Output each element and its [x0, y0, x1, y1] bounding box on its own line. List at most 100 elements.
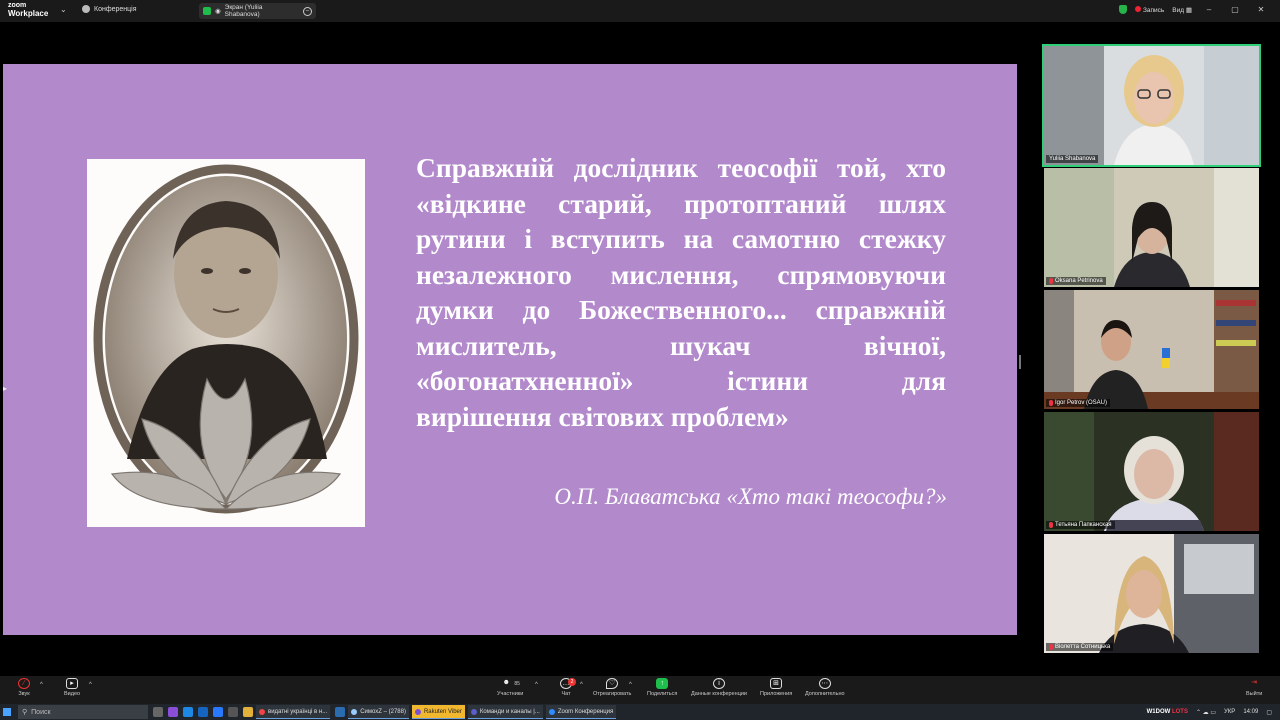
app-icon[interactable] — [228, 707, 238, 717]
quote-line: «богонатхненної» істини для — [416, 365, 946, 396]
tray-brand-b: LOTS — [1171, 709, 1188, 715]
windows-logo-icon — [3, 708, 11, 716]
participant-tile[interactable]: Oksana Petrinova — [1044, 168, 1259, 287]
maximize-button[interactable]: ▢ — [1226, 5, 1244, 14]
participants-label: Участники — [497, 691, 524, 697]
taskbar-app-2[interactable]: СимохZ – (2788) — [348, 705, 409, 719]
share-label: Поделиться — [647, 691, 678, 697]
security-shield-icon[interactable] — [1118, 5, 1127, 14]
zoom-icon — [548, 708, 555, 715]
folder-icon[interactable] — [243, 707, 253, 717]
chat-options-caret-icon[interactable]: ^ — [580, 682, 583, 688]
participant-name-label: Yuliia Shabanova — [1046, 155, 1099, 163]
participants-options-caret-icon[interactable]: ^ — [535, 682, 538, 688]
minimize-button[interactable]: – — [1200, 5, 1218, 14]
participant-name: Igor Petrov (OSAU) — [1055, 400, 1108, 406]
participant-video — [1044, 290, 1259, 409]
collapse-arrow-icon[interactable]: ▸ — [3, 384, 7, 393]
taskbar-app-zoom[interactable]: Zoom Конференция — [545, 705, 617, 719]
screen-share-indicator[interactable]: ◉ Экран (Yuliia Shabanova) – — [199, 3, 316, 19]
video-camera-icon: ▸ — [66, 678, 79, 689]
participant-tile[interactable]: Yuliia Shabanova — [1042, 44, 1261, 167]
share-screen-icon — [203, 7, 211, 15]
mail-icon[interactable] — [335, 707, 346, 717]
title-bar: zoom Workplace ⌄ Конференція ◉ Экран (Yu… — [0, 0, 1280, 22]
muted-mic-icon: ⁄ — [18, 678, 30, 689]
audio-button[interactable]: ⁄ Звук — [18, 678, 30, 697]
react-options-caret-icon[interactable]: ^ — [629, 682, 632, 688]
participants-icon-row: ☻ 85 — [500, 678, 520, 691]
top-right-controls: Запись Вид ▦ – ▢ ✕ — [1118, 5, 1280, 14]
task-view-icon[interactable] — [153, 707, 163, 717]
taskbar-app-viber[interactable]: Rakuten Viber — [411, 705, 465, 719]
start-button[interactable] — [0, 704, 14, 720]
task-label: видатні українці в н... — [268, 708, 328, 715]
share-label: Экран (Yuliia Shabanova) — [224, 4, 263, 18]
react-label: Отреагировать — [593, 691, 632, 697]
taskbar-app-teams[interactable]: Команди и каналы |... — [467, 705, 543, 719]
teams-icon — [470, 708, 477, 715]
participant-video — [1044, 412, 1259, 531]
apps-grid-icon: ⊞ — [770, 678, 783, 689]
quote-line: вирішення світових проблем» — [416, 400, 789, 432]
conference-menu-button[interactable]: Конференція — [82, 5, 137, 13]
eye-icon: ◉ — [214, 8, 221, 15]
participant-tile[interactable]: Тетьяна Папканская — [1044, 412, 1259, 531]
more-button[interactable]: ⋯ Дополнительно — [805, 678, 845, 697]
shared-screen-slide: Справжній дослідник теософії той, хто «в… — [3, 64, 1017, 635]
share-screen-button[interactable]: ↑ Поделиться — [647, 678, 677, 697]
viber-icon — [414, 708, 421, 715]
taskbar-search[interactable]: ⚲ Поиск — [18, 705, 148, 719]
leave-button[interactable]: ⇥ Выйти — [1246, 678, 1262, 697]
stop-share-icon[interactable]: – — [303, 6, 312, 16]
participant-video — [1044, 168, 1259, 287]
portrait-image — [87, 159, 365, 527]
recording-indicator[interactable]: Запись — [1134, 5, 1165, 14]
participant-name-label: Тетьяна Папканская — [1046, 521, 1115, 529]
search-placeholder: Поиск — [31, 708, 51, 716]
close-button[interactable]: ✕ — [1252, 5, 1270, 14]
info-icon: i — [713, 678, 725, 689]
video-options-caret-icon[interactable]: ^ — [89, 682, 92, 688]
recording-label: Запись — [1142, 6, 1165, 14]
vscode-icon[interactable] — [213, 707, 223, 717]
leave-icon: ⇥ — [1251, 679, 1258, 686]
chat-unread-badge: 2 — [568, 678, 576, 686]
task-label: Zoom Конференция — [557, 708, 614, 715]
tray-icons[interactable]: ⌃ ☁ ▭ — [1196, 709, 1216, 716]
browser-icon[interactable] — [183, 707, 193, 717]
logo-line2: Workplace — [8, 9, 49, 18]
muted-mic-icon — [1049, 400, 1053, 406]
react-button[interactable]: ♡ Отреагировать — [593, 678, 631, 697]
participant-video — [1044, 46, 1259, 165]
notifications-icon[interactable]: ▢ — [1266, 709, 1272, 716]
participant-tile[interactable]: Віолетта Сотницька — [1044, 534, 1259, 653]
gallery-splitter-handle[interactable] — [1019, 355, 1021, 369]
share-screen-arrow-icon: ↑ — [656, 678, 669, 689]
tray-brand-a: W1DOW — [1146, 709, 1171, 715]
system-tray: W1DOW LOTS ⌃ ☁ ▭ УКР 14:09 ▢ — [1147, 709, 1280, 716]
video-button[interactable]: ▸ Видео — [64, 678, 80, 697]
meeting-info-button[interactable]: i Данные конференции — [691, 678, 747, 697]
os-taskbar: ⚲ Поиск видатні українці в н... СимохZ –… — [0, 704, 1280, 720]
apps-button[interactable]: ⊞ Приложения — [760, 678, 792, 697]
quote-line: рутини і вступить на самотню стежку — [416, 223, 946, 254]
tray-brand[interactable]: W1DOW LOTS — [1147, 709, 1188, 715]
view-button[interactable]: Вид ▦ — [1172, 6, 1192, 14]
more-label: Дополнительно — [805, 691, 845, 697]
audio-options-caret-icon[interactable]: ^ — [40, 682, 43, 688]
apps-label: Приложения — [760, 691, 793, 697]
chevron-down-icon[interactable]: ⌄ — [60, 5, 67, 14]
task-label: СимохZ – (2788) — [360, 708, 406, 715]
task-label: Rakuten Viber — [423, 708, 462, 715]
app-icon[interactable] — [168, 707, 178, 717]
participants-button[interactable]: ☻ 85 Участники — [497, 678, 523, 697]
language-indicator[interactable]: УКР — [1224, 709, 1235, 715]
participant-tile[interactable]: Igor Petrov (OSAU) — [1044, 290, 1259, 409]
clock[interactable]: 14:09 — [1243, 709, 1258, 715]
participant-name: Oksana Petrinova — [1055, 278, 1103, 284]
taskbar-app-browser[interactable]: видатні українці в н... — [256, 705, 331, 719]
app-icon[interactable] — [198, 707, 208, 717]
video-label: Видео — [64, 691, 81, 697]
chat-label: Чат — [561, 691, 571, 697]
